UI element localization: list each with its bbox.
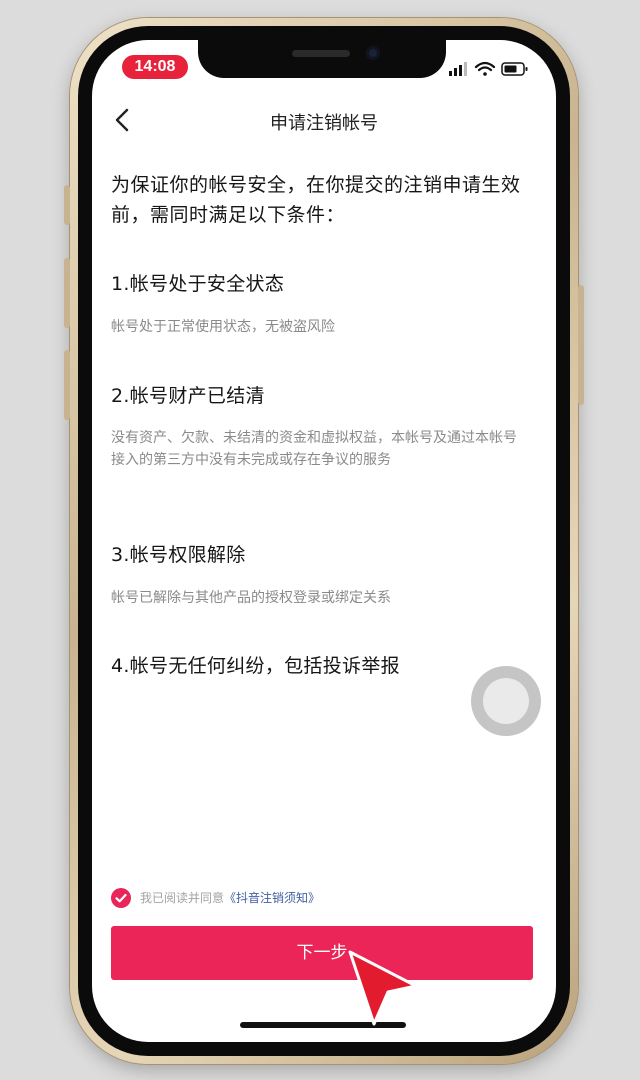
volume-up-button	[64, 258, 70, 328]
condition-desc: 帐号处于正常使用状态，无被盗风险	[111, 319, 335, 335]
condition-title: 2.帐号财产已结清	[111, 385, 265, 407]
status-time: 14:08	[122, 55, 188, 79]
speaker-grille	[292, 50, 350, 57]
page-title: 申请注销帐号	[270, 113, 378, 134]
front-camera	[366, 46, 380, 60]
next-button[interactable]: 下一步	[111, 926, 533, 980]
power-button	[578, 285, 584, 405]
notch	[198, 40, 446, 78]
condition-desc: 帐号已解除与其他产品的授权登录或绑定关系	[111, 590, 391, 606]
volume-down-button	[64, 350, 70, 420]
condition-desc: 没有资产、欠款、未结清的资金和虚拟权益，本帐号及通过本帐号接入的第三方中没有未完…	[111, 430, 517, 468]
agreement-text: 我已阅读并同意《抖音注销须知》	[140, 889, 320, 906]
condition-title: 3.帐号权限解除	[111, 544, 246, 566]
cursor-arrow-icon	[348, 950, 418, 1026]
side-button	[64, 185, 70, 225]
intro-text: 为保证你的帐号安全，在你提交的注销申请生效前，需同时满足以下条件：	[111, 174, 521, 226]
assistive-touch-inner	[483, 678, 529, 724]
agreement-row: 我已阅读并同意《抖音注销须知》	[111, 887, 511, 909]
nav-bar: 申请注销帐号	[92, 95, 556, 145]
signal-icon	[449, 62, 467, 76]
agreement-link[interactable]: 《抖音注销须知》	[224, 891, 320, 905]
assistive-touch-button[interactable]	[471, 666, 541, 736]
agreement-label: 我已阅读并同意	[140, 891, 225, 905]
status-icons	[448, 60, 532, 78]
checkbox-checked-icon[interactable]	[111, 888, 131, 908]
condition-title: 4.帐号无任何纠纷，包括投诉举报	[111, 655, 400, 677]
condition-title: 1.帐号处于安全状态	[111, 273, 285, 295]
wifi-icon	[474, 61, 496, 76]
battery-icon	[501, 62, 528, 76]
